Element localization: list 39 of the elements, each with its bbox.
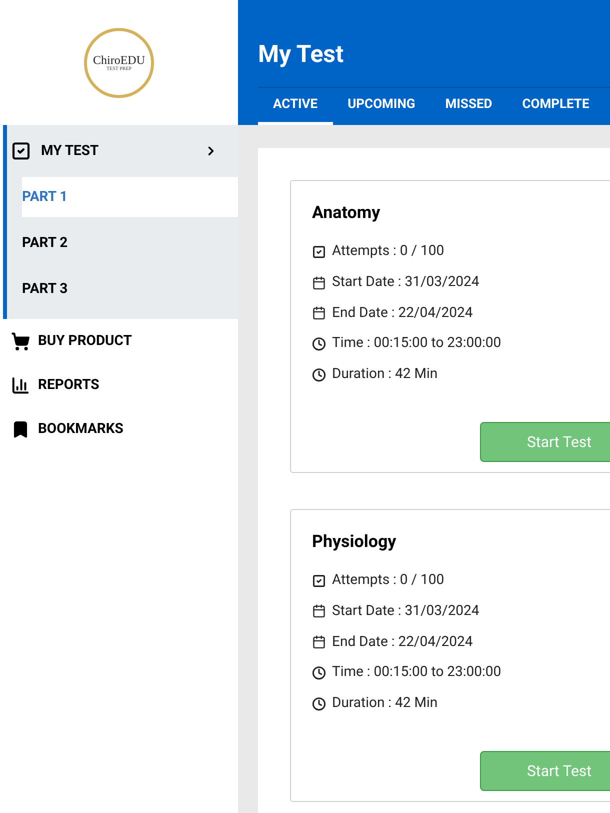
page-title: My Test (258, 39, 345, 70)
bookmark-icon (11, 420, 30, 438)
test-title: Anatomy (312, 202, 382, 225)
calendar-icon (312, 635, 326, 650)
clock-icon (312, 696, 326, 711)
sidebar-item[interactable]: BOOKMARKS (0, 407, 238, 451)
calendar-icon (312, 276, 326, 290)
tab[interactable]: COMPLETE (507, 88, 604, 125)
bar-chart-icon (11, 376, 30, 394)
test-detail: Attempts : 0 / 100 (332, 242, 444, 262)
tab[interactable]: ACTIVE (258, 88, 333, 125)
test-detail: Start Date : 31/03/2024 (332, 273, 480, 292)
test-title: Physiology (312, 530, 398, 554)
sidebar-item[interactable]: BUY PRODUCT (0, 319, 238, 363)
test-detail: End Date : 22/04/2024 (332, 632, 473, 652)
sidebar-subitem[interactable]: PART 3 (22, 269, 238, 309)
test-detail: Time : 00:15:00 to 23:00:00 (332, 663, 502, 682)
clock-icon (312, 666, 326, 680)
clock-icon (312, 336, 326, 351)
sidebar-subitem[interactable]: PART 1 (22, 177, 238, 217)
test-detail: Duration : 42 Min (332, 365, 438, 384)
sidebar-item[interactable]: MY TEST (7, 125, 238, 177)
sidebar-item[interactable]: REPORTS (0, 363, 238, 407)
test-detail: Duration : 42 Min (332, 694, 438, 714)
checkbox-icon (11, 141, 31, 161)
calendar-icon (312, 604, 326, 618)
checkbox-icon (312, 574, 326, 588)
sidebar-subitem[interactable]: PART 2 (22, 223, 238, 263)
logo-name: ChiroEDU (93, 54, 145, 66)
tab[interactable]: MISSED (430, 88, 508, 125)
tab[interactable]: UPCOMING (332, 88, 430, 125)
calendar-icon (312, 306, 326, 320)
clock-icon (312, 368, 326, 382)
checkbox-icon (312, 244, 326, 259)
cart-icon (11, 332, 30, 350)
test-detail: Start Date : 31/03/2024 (332, 602, 480, 621)
test-detail: Time : 00:15:00 to 23:00:00 (332, 334, 502, 354)
test-detail: End Date : 22/04/2024 (332, 304, 473, 323)
test-detail: Attempts : 0 / 100 (332, 571, 444, 590)
